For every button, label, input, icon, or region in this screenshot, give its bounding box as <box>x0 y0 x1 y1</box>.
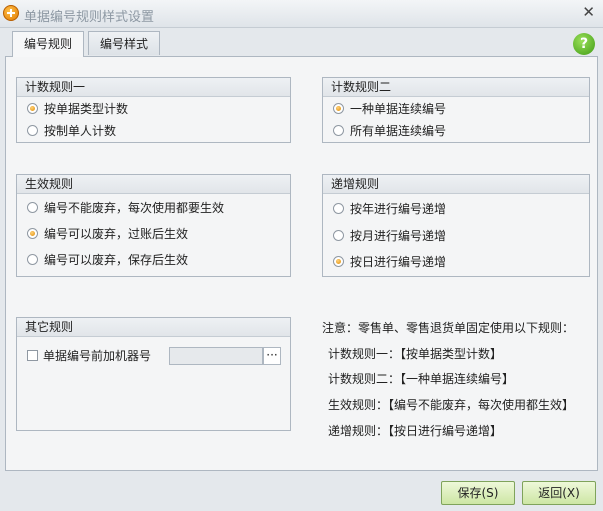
radio-icon[interactable] <box>27 103 38 114</box>
option-label: 按年进行编号递增 <box>350 202 447 216</box>
machine-prefix-label: 单据编号前加机器号 <box>43 349 152 363</box>
back-button[interactable]: 返回(X) <box>522 481 596 505</box>
option-label: 编号可以废弃，保存后生效 <box>44 253 189 267</box>
app-icon <box>3 5 19 21</box>
other-rule-group: 其它规则 单据编号前加机器号 ··· <box>16 317 291 431</box>
radio-icon[interactable] <box>333 256 344 267</box>
radio-count-by-type[interactable]: 按单据类型计数 <box>27 100 128 118</box>
close-button[interactable]: ✕ <box>582 3 595 21</box>
radio-effect-after-saving[interactable]: 编号可以废弃，保存后生效 <box>27 251 188 269</box>
group-title: 计数规则二 <box>323 78 589 97</box>
browse-button[interactable]: ··· <box>263 347 281 365</box>
title-bar: 单据编号规则样式设置 ✕ <box>0 0 603 28</box>
radio-increment-by-year[interactable]: 按年进行编号递增 <box>333 200 446 218</box>
note-heading: 注意：零售单、零售退货单固定使用以下规则： <box>322 321 575 335</box>
option-label: 所有单据连续编号 <box>350 124 447 138</box>
machine-prefix-checkbox[interactable] <box>27 350 38 361</box>
option-label: 按单据类型计数 <box>44 102 129 116</box>
effect-rule-group: 生效规则 编号不能废弃，每次使用都要生效 编号可以废弃，过账后生效 编号可以废弃… <box>16 174 291 277</box>
option-label: 按日进行编号递增 <box>350 255 447 269</box>
option-label: 编号可以废弃，过账后生效 <box>44 227 189 241</box>
option-label: 按月进行编号递增 <box>350 229 447 243</box>
option-label: 按制单人计数 <box>44 124 117 138</box>
tab-number-style[interactable]: 编号样式 <box>88 31 160 55</box>
group-title: 计数规则一 <box>17 78 290 97</box>
note-line: 生效规则：【编号不能废弃，每次使用都生效】 <box>328 398 575 412</box>
machine-number-input[interactable] <box>169 347 263 365</box>
group-title: 生效规则 <box>17 175 290 194</box>
radio-icon[interactable] <box>333 230 344 241</box>
radio-effect-after-posting[interactable]: 编号可以废弃，过账后生效 <box>27 225 188 243</box>
radio-icon[interactable] <box>333 203 344 214</box>
radio-icon[interactable] <box>333 103 344 114</box>
window-title: 单据编号规则样式设置 <box>24 10 155 25</box>
main-panel: 计数规则一 按单据类型计数 按制单人计数 计数规则二 一种单据连续编号 所有单据… <box>5 56 598 471</box>
radio-icon[interactable] <box>27 125 38 136</box>
group-title: 递增规则 <box>323 175 589 194</box>
increment-rule-group: 递增规则 按年进行编号递增 按月进行编号递增 按日进行编号递增 <box>322 174 590 277</box>
radio-count-by-creator[interactable]: 按制单人计数 <box>27 122 116 140</box>
radio-one-type-continuous[interactable]: 一种单据连续编号 <box>333 100 446 118</box>
radio-increment-by-day[interactable]: 按日进行编号递增 <box>333 253 446 271</box>
radio-icon[interactable] <box>27 202 38 213</box>
option-label: 编号不能废弃，每次使用都要生效 <box>44 201 225 215</box>
radio-increment-by-month[interactable]: 按月进行编号递增 <box>333 227 446 245</box>
radio-icon[interactable] <box>27 228 38 239</box>
radio-icon[interactable] <box>333 125 344 136</box>
option-label: 一种单据连续编号 <box>350 102 447 116</box>
note-line: 计数规则一：【按单据类型计数】 <box>328 347 503 361</box>
count-rule-1-group: 计数规则一 按单据类型计数 按制单人计数 <box>16 77 291 143</box>
help-icon[interactable]: ? <box>573 33 595 55</box>
tab-number-rule[interactable]: 编号规则 <box>12 31 84 57</box>
note-line: 计数规则二：【一种单据连续编号】 <box>328 372 515 386</box>
radio-all-types-continuous[interactable]: 所有单据连续编号 <box>333 122 446 140</box>
group-title: 其它规则 <box>17 318 290 337</box>
radio-icon[interactable] <box>27 254 38 265</box>
save-button[interactable]: 保存(S) <box>441 481 515 505</box>
radio-not-discardable[interactable]: 编号不能废弃，每次使用都要生效 <box>27 199 224 217</box>
note-line: 递增规则：【按日进行编号递增】 <box>328 424 503 438</box>
count-rule-2-group: 计数规则二 一种单据连续编号 所有单据连续编号 <box>322 77 590 143</box>
